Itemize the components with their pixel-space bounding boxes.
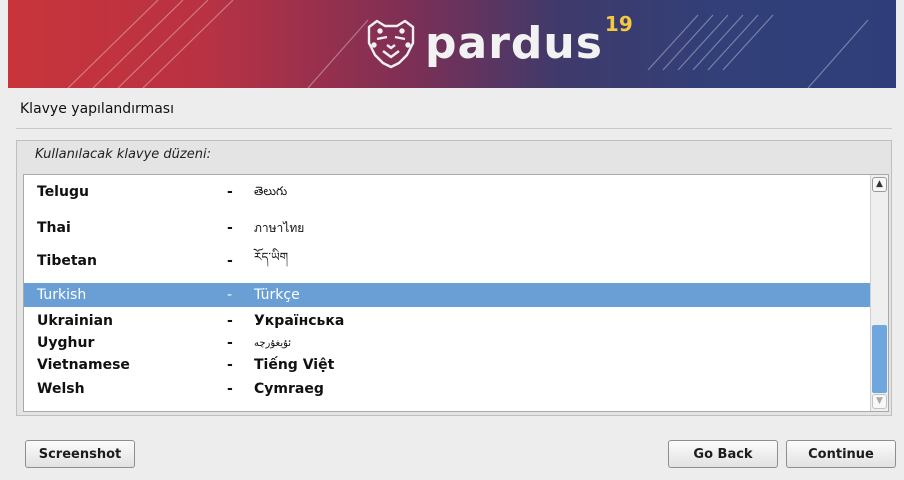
list-item-tibetan[interactable]: Tibetan - རོད་ཡིག — [24, 249, 870, 273]
native-name: Türkçe — [254, 287, 300, 303]
continue-button[interactable]: Continue — [786, 440, 896, 468]
language-name: Telugu — [37, 184, 89, 200]
separator-dash: - — [227, 220, 233, 236]
leopard-icon — [367, 19, 415, 69]
native-name: ئۇيغۇرچە — [254, 337, 292, 349]
language-name: Turkish — [37, 287, 87, 303]
list-item-telugu[interactable]: Telugu - తెలుగు — [24, 180, 870, 204]
language-name: Uyghur — [37, 335, 95, 351]
pardus-banner: pardus 19 — [8, 0, 896, 88]
question-prompt: Kullanılacak klavye düzeni: — [35, 147, 211, 162]
scroll-up-icon[interactable]: ▲ — [872, 177, 887, 192]
page-title: Klavye yapılandırması — [20, 101, 174, 117]
native-name: རོད་ཡིག — [254, 250, 289, 264]
separator-dash: - — [227, 381, 233, 397]
native-name: Українська — [254, 313, 345, 329]
separator-dash: - — [227, 184, 233, 200]
language-name: Welsh — [37, 381, 85, 397]
pardus-logo: pardus 19 — [363, 12, 633, 74]
list-item-thai[interactable]: Thai - ภาษาไทย — [24, 216, 870, 240]
separator-dash: - — [227, 253, 233, 269]
keyboard-layout-list[interactable]: Telugu - తెలుగు Thai - ภาษาไทย Tibetan -… — [23, 174, 889, 412]
brand-wordmark: pardus — [425, 18, 603, 69]
separator-dash: - — [227, 313, 233, 329]
language-name: Tibetan — [37, 253, 97, 269]
native-name: ภาษาไทย — [254, 220, 305, 235]
screenshot-button[interactable]: Screenshot — [25, 440, 135, 468]
keyboard-layout-panel: Kullanılacak klavye düzeni: Telugu - తెల… — [16, 140, 892, 416]
go-back-button[interactable]: Go Back — [668, 440, 778, 468]
list-item-uyghur[interactable]: Uyghur - ئۇيغۇرچە — [24, 331, 870, 355]
title-divider — [16, 128, 892, 129]
scroll-down-icon[interactable]: ▼ — [872, 394, 887, 409]
separator-dash: - — [227, 335, 233, 351]
list-item-ukrainian[interactable]: Ukrainian - Українська — [24, 309, 870, 333]
language-name: Vietnamese — [37, 357, 130, 373]
scroll-thumb[interactable] — [872, 325, 887, 393]
separator-dash: - — [227, 357, 233, 373]
native-name: Tiếng Việt — [254, 357, 335, 373]
list-item-welsh[interactable]: Welsh - Cymraeg — [24, 377, 870, 401]
native-name: Cymraeg — [254, 381, 324, 397]
separator-dash: - — [227, 287, 233, 303]
native-name: తెలుగు — [254, 183, 288, 198]
language-name: Thai — [37, 220, 71, 236]
language-name: Ukrainian — [37, 313, 114, 329]
brand-version: 19 — [604, 12, 633, 36]
list-item-vietnamese[interactable]: Vietnamese - Tiếng Việt — [24, 353, 870, 377]
list-scrollbar[interactable]: ▲ ▼ — [870, 175, 888, 411]
list-item-turkish[interactable]: Turkish - Türkçe — [24, 283, 870, 307]
